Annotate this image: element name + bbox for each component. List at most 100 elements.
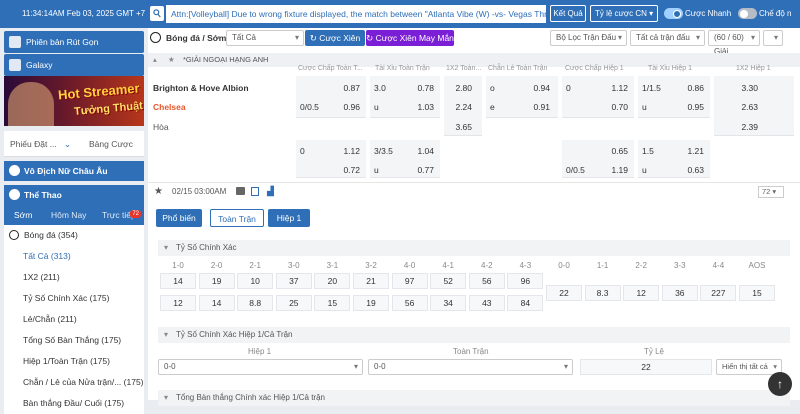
sidebar-item-first-last-goal[interactable]: Bàn thắng Đầu/ Cuối (175): [4, 393, 144, 414]
star-icon[interactable]: ★: [168, 53, 175, 67]
tab-today[interactable]: Hôm Nay: [51, 210, 86, 220]
score-odds[interactable]: 25: [275, 295, 312, 311]
league-name: *GIẢI NGOẠI HẠNG ANH: [183, 55, 269, 64]
sidebar-item-half-odd-even[interactable]: Chẵn / Lẻ của Nửa trận/... (175): [4, 372, 144, 393]
first-half-select[interactable]: 0-0: [158, 359, 363, 375]
tab-popular[interactable]: Phổ biến: [156, 209, 202, 227]
score-odds[interactable]: 84: [507, 295, 544, 311]
streamer-image: [8, 82, 54, 126]
show-all-select[interactable]: Hiển thị tất cả: [716, 359, 782, 375]
parlay-label: Cược Xiên: [319, 33, 361, 43]
galaxy-button[interactable]: Galaxy: [4, 54, 144, 76]
score-label: 4-0: [403, 261, 416, 270]
score-odds[interactable]: 34: [430, 295, 467, 311]
short-version-label: Phiên bản Rút Gọn: [26, 37, 99, 47]
ou-line: u: [374, 102, 379, 112]
score-odds[interactable]: 14: [198, 295, 235, 311]
sidebar-item-soccer[interactable]: Bóng đá (354): [4, 225, 144, 246]
score-odds[interactable]: 8.3: [584, 285, 621, 301]
score-label: 0-0: [558, 261, 570, 270]
filter-bar: Bóng đá / Sớm Tất Cả ↻ Cược Xiên ↻ Cược …: [148, 28, 800, 56]
score-label: 1-0: [172, 261, 184, 270]
league-count[interactable]: (60 / 60) Giải: [708, 30, 760, 56]
score-label: 3-1: [326, 261, 339, 270]
score-odds[interactable]: 227: [700, 285, 737, 301]
score-odds[interactable]: 56: [391, 295, 428, 311]
sport-menu: Bóng đá (354) Tất Cả (313) 1X2 (211) Tỷ …: [4, 225, 144, 414]
chevron-down-icon[interactable]: ⌄: [64, 139, 71, 150]
refresh-button[interactable]: [763, 30, 783, 46]
next-section-header[interactable]: Tổng Bàn thắng Chính xác Hiệp 1/Cả trận: [158, 390, 790, 406]
score-odds[interactable]: 15: [739, 285, 775, 301]
odds-type-select[interactable]: Tỷ lệ cược CN ▾: [590, 5, 658, 22]
tv-icon[interactable]: [236, 187, 245, 195]
chart-icon[interactable]: ▟: [267, 186, 274, 197]
scroll-top-button[interactable]: ↑: [768, 372, 792, 396]
ou-line: u: [374, 165, 379, 175]
sidebar-item-correct-score[interactable]: Tỷ Số Chính Xác (175): [4, 288, 144, 309]
score-odds[interactable]: 19: [198, 273, 235, 289]
soccer-ball-icon: [9, 189, 20, 200]
sidebar-item-1x2[interactable]: 1X2 (211): [4, 267, 144, 288]
score-odds[interactable]: 19: [353, 295, 389, 311]
score-odds[interactable]: 36: [661, 285, 698, 301]
score-odds[interactable]: 10: [237, 273, 274, 289]
chevron-up-icon[interactable]: ▴: [153, 53, 157, 67]
match-filter-select[interactable]: Tất cả trận đấu: [630, 30, 705, 46]
results-button[interactable]: Kết Quả: [550, 5, 586, 22]
tab-full-time[interactable]: Toàn Trận: [210, 209, 264, 227]
score-label: 2-1: [249, 261, 261, 270]
announcement-ticker[interactable]: Attn:[Volleyball] Due to wrong fixture d…: [166, 5, 546, 23]
score-odds[interactable]: 20: [314, 273, 351, 289]
league-filter-select[interactable]: Bộ Lọc Trận Đấu: [550, 30, 627, 46]
tab-first-half[interactable]: Hiệp 1: [268, 209, 310, 227]
galaxy-icon: [9, 59, 21, 71]
score-odds[interactable]: 43: [468, 295, 505, 311]
correct-score-header[interactable]: Tỷ Số Chính Xác: [158, 240, 790, 256]
x12-odds: 2.24: [455, 102, 472, 112]
htft-header[interactable]: Tỷ Số Chính Xác Hiệp 1/Cả Trận: [158, 327, 790, 343]
tab-early[interactable]: Sớm: [14, 210, 32, 220]
sidebar-item-total-goals[interactable]: Tổng Số Bàn Thắng (175): [4, 330, 144, 351]
score-odds[interactable]: 8.8: [237, 295, 274, 311]
match-info-row: ★ 02/15 03:00AM ▟ 72 ▾: [148, 182, 800, 200]
search-icon[interactable]: [150, 6, 164, 21]
score-odds[interactable]: 52: [430, 273, 467, 289]
h1-ou-odds: 1.21: [687, 146, 704, 156]
score-odds[interactable]: 97: [391, 273, 428, 289]
stats-icon[interactable]: [251, 187, 259, 196]
score-odds[interactable]: 12: [623, 285, 660, 301]
lucky-parlay-button[interactable]: ↻ Cược Xiên May Mắn: [366, 30, 454, 46]
quick-bet-toggle[interactable]: [664, 8, 683, 19]
trophy-icon: [9, 165, 20, 176]
score-odds[interactable]: 37: [275, 273, 312, 289]
col-header: 1X2 Hiệp 1: [736, 65, 771, 72]
tab-bet-slip[interactable]: Phiếu Đặt ...: [10, 139, 57, 149]
sidebar-item-odd-even[interactable]: Lẻ/Chẵn (211): [4, 309, 144, 330]
score-label: AOS: [748, 261, 766, 270]
star-icon[interactable]: ★: [154, 186, 163, 197]
mode-toggle[interactable]: [738, 8, 757, 19]
parlay-button[interactable]: ↻ Cược Xiên: [305, 30, 365, 46]
sidebar-item-htft[interactable]: Hiệp 1/Toàn Trận (175): [4, 351, 144, 372]
score-odds[interactable]: 12: [160, 295, 196, 311]
htft-odds-value[interactable]: 22: [580, 359, 712, 375]
promo-banner[interactable]: Hot Streamer Tưởng Thuật: [4, 76, 144, 126]
score-odds[interactable]: 21: [353, 273, 389, 289]
score-odds[interactable]: 14: [160, 273, 196, 289]
hdp-line: 0/0.5: [300, 102, 319, 112]
score-odds[interactable]: 96: [507, 273, 544, 289]
market-select[interactable]: Tất Cả: [226, 30, 304, 46]
score-odds[interactable]: 22: [546, 285, 582, 301]
sidebar-item-all[interactable]: Tất Cả (313): [4, 246, 144, 267]
tab-my-bets[interactable]: Bảng Cược: [89, 139, 133, 149]
full-time-select[interactable]: 0-0: [368, 359, 573, 375]
more-markets[interactable]: 72 ▾: [758, 186, 784, 198]
score-odds[interactable]: 15: [314, 295, 351, 311]
soccer-ball-icon: [150, 32, 161, 43]
lucky-icon: ↻: [366, 33, 376, 43]
sports-header[interactable]: Thể Thao: [4, 185, 144, 205]
short-version-button[interactable]: Phiên bản Rút Gọn: [4, 31, 144, 53]
euro-women-link[interactable]: Vô Địch Nữ Châu Âu: [4, 161, 144, 181]
score-odds[interactable]: 56: [468, 273, 505, 289]
